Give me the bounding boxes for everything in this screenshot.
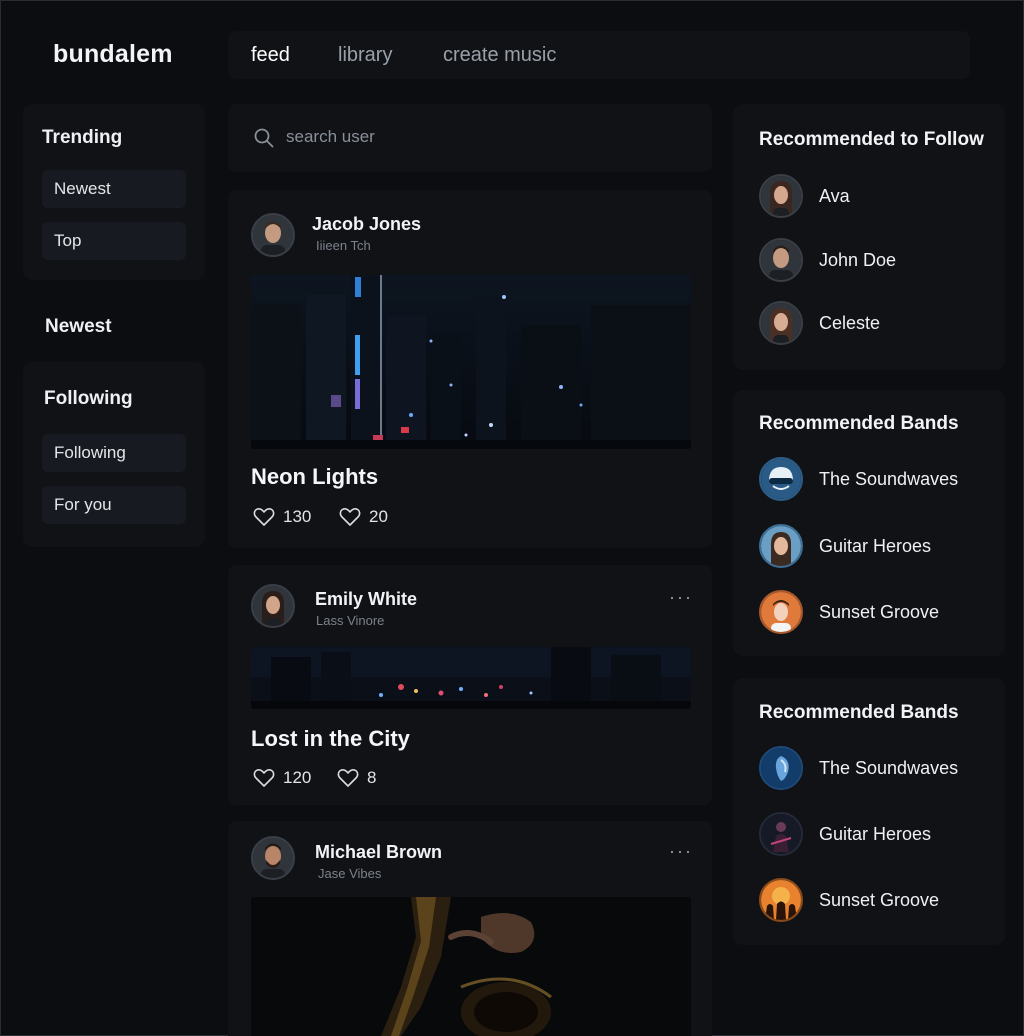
more-horizontal-icon[interactable]: ··· [669, 587, 693, 608]
user-name[interactable]: Ava [819, 186, 850, 207]
trending-panel: Trending Newest Top [23, 104, 205, 280]
sidebar-item-for-you[interactable]: For you [42, 486, 186, 524]
second-count[interactable]: 20 [339, 507, 388, 527]
recommended-bands-card: Recommended Bands The Soundwaves Guitar … [733, 390, 1005, 656]
avatar[interactable] [251, 584, 295, 628]
post-card: Michael Brown Jase Vibes ··· [228, 821, 712, 1036]
band-name[interactable]: Sunset Groove [819, 602, 939, 623]
avatar[interactable] [759, 238, 803, 282]
band-avatar[interactable] [759, 878, 803, 922]
sidebar-item-newest[interactable]: Newest [42, 170, 186, 208]
avatar[interactable] [759, 174, 803, 218]
heart-icon[interactable] [253, 507, 275, 527]
list-item[interactable]: The Soundwaves [759, 456, 989, 502]
sidebar-newest-heading[interactable]: Newest [45, 316, 112, 338]
post-cover-image[interactable] [251, 275, 691, 449]
band-avatar[interactable] [759, 524, 803, 568]
like-count[interactable]: 130 [253, 507, 311, 527]
second-count[interactable]: 8 [337, 768, 376, 788]
second-count-value: 8 [367, 768, 377, 787]
more-horizontal-icon[interactable]: ··· [669, 841, 693, 862]
search-bar[interactable]: search user [228, 104, 712, 172]
search-icon [254, 128, 274, 148]
trending-title: Trending [42, 127, 123, 148]
heart-icon[interactable] [253, 768, 275, 788]
avatar[interactable] [251, 836, 295, 880]
list-item[interactable]: Celeste [759, 300, 989, 346]
band-avatar[interactable] [759, 590, 803, 634]
like-count-value: 120 [283, 768, 312, 787]
band-avatar[interactable] [759, 457, 803, 501]
post-title[interactable]: Lost in the City [251, 726, 410, 752]
band-name[interactable]: The Soundwaves [819, 758, 958, 779]
post-author-name[interactable]: Michael Brown [315, 842, 442, 863]
post-author-subtitle: Iiieen Tch [316, 238, 371, 253]
app-logo[interactable]: bundalem [53, 40, 173, 69]
recommended-bands-card: Recommended Bands The Soundwaves Guitar … [733, 678, 1005, 945]
user-name[interactable]: John Doe [819, 250, 896, 271]
recommended-bands-title: Recommended Bands [759, 413, 959, 434]
list-item[interactable]: Sunset Groove [759, 589, 989, 635]
heart-icon[interactable] [339, 507, 361, 527]
band-avatar[interactable] [759, 812, 803, 856]
top-nav: feed library create music [228, 31, 970, 79]
band-name[interactable]: The Soundwaves [819, 469, 958, 490]
recommended-follow-card: Recommended to Follow Ava John Doe Celes… [733, 104, 1005, 370]
list-item[interactable]: John Doe [759, 237, 989, 283]
tab-create-music[interactable]: create music [443, 44, 556, 67]
post-title[interactable]: Neon Lights [251, 464, 378, 490]
post-card: Emily White Lass Vinore ··· Lost in the … [228, 565, 712, 805]
sidebar-item-following[interactable]: Following [42, 434, 186, 472]
list-item[interactable]: The Soundwaves [759, 745, 989, 791]
list-item[interactable]: Ava [759, 173, 989, 219]
band-name[interactable]: Sunset Groove [819, 890, 939, 911]
like-count-value: 130 [283, 507, 312, 526]
post-author-name[interactable]: Emily White [315, 589, 417, 610]
second-count-value: 20 [369, 507, 388, 526]
recommended-bands-title: Recommended Bands [759, 702, 959, 723]
post-author-subtitle: Lass Vinore [316, 613, 385, 628]
band-name[interactable]: Guitar Heroes [819, 824, 931, 845]
recommended-follow-title: Recommended to Follow [759, 129, 984, 150]
tab-feed[interactable]: feed [251, 44, 290, 67]
list-item[interactable]: Guitar Heroes [759, 523, 989, 569]
post-author-name[interactable]: Jacob Jones [312, 214, 421, 235]
post-author-subtitle: Jase Vibes [318, 866, 382, 881]
avatar[interactable] [251, 213, 295, 257]
following-panel: Following Following For you [23, 362, 205, 547]
search-input[interactable]: search user [286, 127, 375, 147]
following-title: Following [44, 388, 133, 409]
post-cover-image[interactable] [251, 897, 691, 1036]
post-cover-image[interactable] [251, 647, 691, 709]
like-count[interactable]: 120 [253, 768, 311, 788]
list-item[interactable]: Guitar Heroes [759, 811, 989, 857]
band-name[interactable]: Guitar Heroes [819, 536, 931, 557]
post-card: Jacob Jones Iiieen Tch Neon Lights 130 2… [228, 190, 712, 548]
band-avatar[interactable] [759, 746, 803, 790]
user-name[interactable]: Celeste [819, 313, 880, 334]
tab-library[interactable]: library [338, 44, 392, 67]
heart-icon[interactable] [337, 768, 359, 788]
avatar[interactable] [759, 301, 803, 345]
list-item[interactable]: Sunset Groove [759, 877, 989, 923]
sidebar-item-top[interactable]: Top [42, 222, 186, 260]
